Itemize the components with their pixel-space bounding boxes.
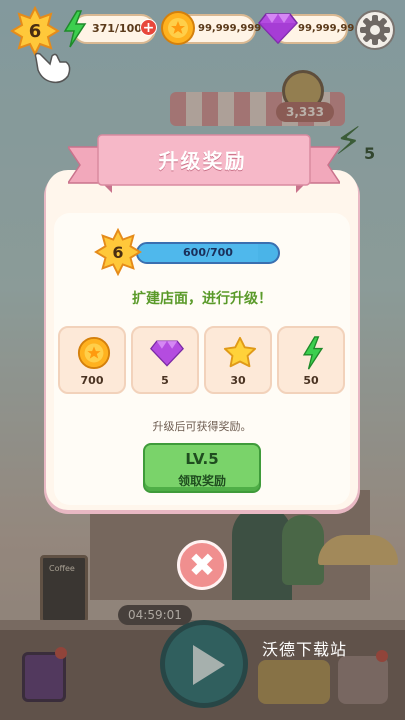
- dialog-level: 6: [112, 243, 124, 262]
- gem-value: 99,999,99: [298, 23, 355, 34]
- claim-button-label: 领取奖励: [177, 474, 226, 488]
- xp-progress-text: 600/700: [183, 246, 233, 259]
- dialog-title: 升级奖励: [158, 149, 247, 173]
- claim-reward-button[interactable]: LV.5 领取奖励: [143, 443, 261, 493]
- close-dialog-button[interactable]: ✖: [177, 540, 227, 590]
- star-icon: [223, 336, 257, 368]
- lightning-icon: [302, 336, 324, 370]
- watermark-text: 沃德下载站: [262, 640, 348, 659]
- reward-note: 升级后可获得奖励。: [152, 420, 252, 433]
- reward-card-gems: 5: [131, 326, 199, 394]
- reward-card-coins: 700: [58, 326, 126, 394]
- energy-value: 371/100: [92, 22, 142, 35]
- reward-card-energy: 50: [277, 326, 345, 394]
- coin-icon: [161, 11, 195, 45]
- close-icon: ✖: [188, 546, 216, 584]
- settings-gear-icon[interactable]: [353, 8, 397, 52]
- top-hud: 6 371/100 + 99,999,999 99,999,99: [0, 0, 405, 84]
- dialog-subtitle: 扩建店面，进行升级！: [132, 291, 272, 307]
- reward-card-stars: 30: [204, 326, 272, 394]
- gem-icon: [150, 340, 184, 367]
- reward-value: 50: [303, 374, 319, 387]
- add-energy-button[interactable]: +: [140, 19, 157, 36]
- reward-value: 5: [161, 374, 169, 387]
- pointer-hand-icon: [34, 52, 71, 84]
- reward-value: 30: [230, 374, 246, 387]
- coin-value: 99,999,999: [198, 23, 262, 34]
- lightning-icon: [63, 10, 87, 48]
- reward-value: 700: [80, 374, 104, 387]
- coin-icon: [77, 336, 111, 370]
- claim-level-label: LV.5: [185, 450, 219, 468]
- gem-icon: [258, 13, 298, 44]
